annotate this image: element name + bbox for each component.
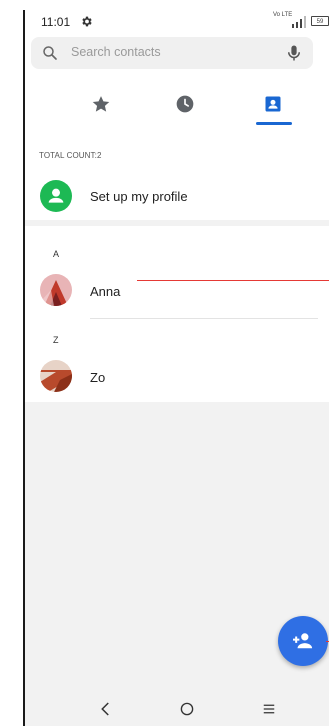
section-letter: A (53, 249, 60, 259)
signal-icon (292, 16, 306, 28)
menu-icon[interactable] (260, 700, 278, 718)
navigation-bar (25, 690, 329, 726)
search-bar[interactable]: Search contacts (31, 37, 313, 69)
back-icon[interactable] (97, 700, 115, 718)
status-bar: 11:01 Vo LTE 59 (25, 10, 329, 34)
profile-avatar[interactable] (40, 180, 72, 212)
home-icon[interactable] (178, 700, 196, 718)
network-type-label: Vo LTE (273, 12, 293, 18)
setup-profile-label[interactable]: Set up my profile (90, 189, 188, 204)
gear-icon (82, 16, 92, 27)
selected-tab-indicator (256, 122, 292, 125)
row-divider (90, 318, 318, 319)
contact-avatar-anna[interactable] (40, 274, 72, 306)
contact-list: A Anna Z Zo (25, 226, 329, 402)
add-contact-icon (293, 633, 313, 649)
tab-contacts-card-icon[interactable] (263, 94, 283, 114)
tab-favorites-star-icon[interactable] (91, 94, 111, 114)
contact-name-anna[interactable]: Anna (90, 284, 120, 299)
search-icon (43, 46, 57, 60)
section-letter: Z (53, 335, 59, 345)
mic-icon[interactable] (285, 43, 303, 63)
battery-icon: 59 (311, 16, 329, 26)
tab-recents-clock-icon[interactable] (175, 94, 195, 114)
contact-name-zo[interactable]: Zo (90, 370, 105, 385)
total-count-label: TOTAL COUNT:2 (39, 151, 102, 160)
zo-avatar-image (40, 360, 72, 392)
header-area: Search contacts TOTAL COUNT:2 Set up my … (25, 34, 329, 220)
phone-screen: 11:01 Vo LTE 59 Search contacts TOTAL CO… (23, 10, 329, 726)
add-contact-button[interactable] (278, 616, 328, 666)
anna-avatar-image (40, 274, 72, 306)
annotation-line-anna (137, 280, 329, 281)
status-time: 11:01 (41, 15, 71, 29)
person-icon (48, 188, 64, 203)
search-input[interactable]: Search contacts (71, 45, 161, 59)
contact-avatar-zo[interactable] (40, 360, 72, 392)
